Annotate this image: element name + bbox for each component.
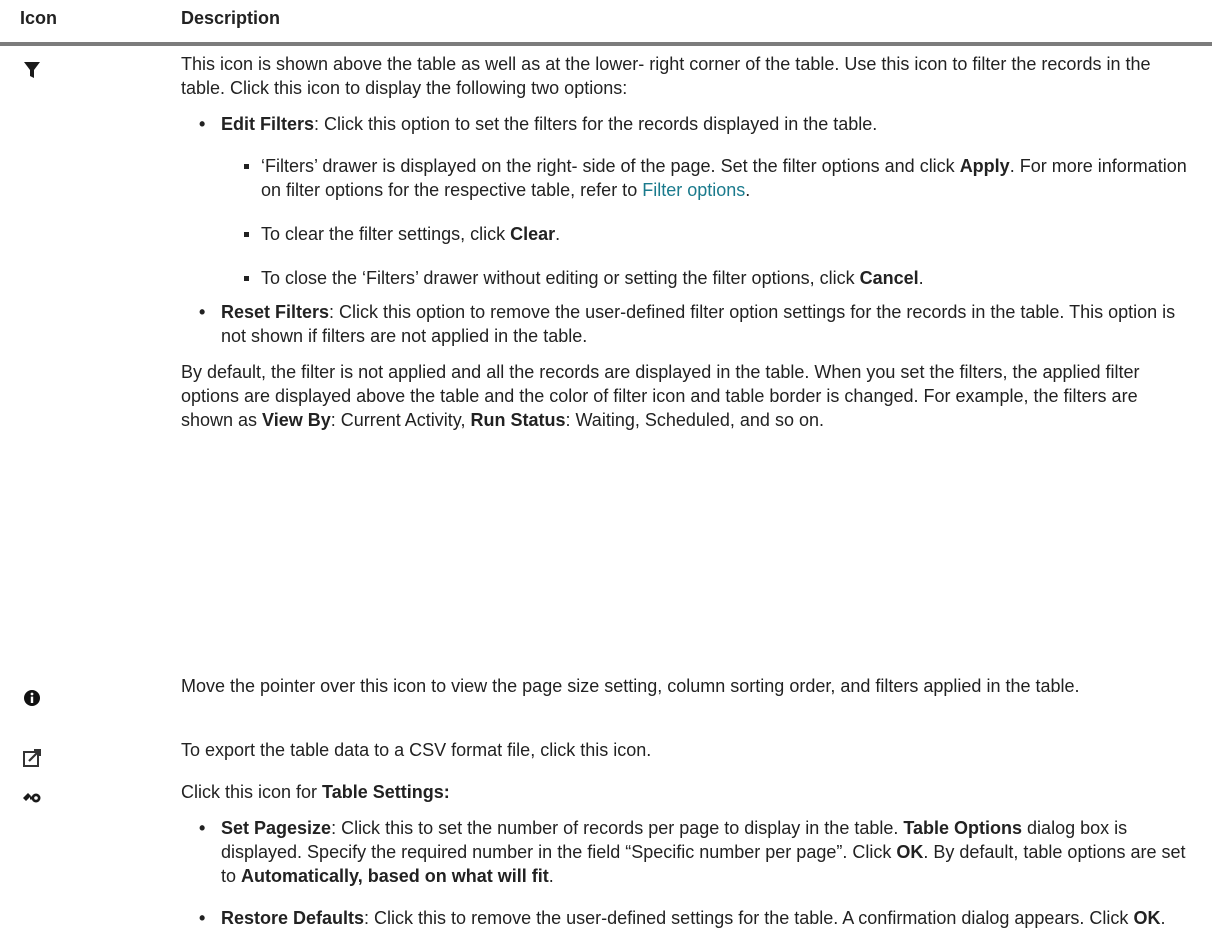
edit-filters-sub-clear: To clear the filter settings, click Clea… bbox=[181, 222, 1191, 246]
edit-filters-sub-apply: ‘Filters’ drawer is displayed on the rig… bbox=[181, 154, 1191, 202]
export-text: To export the table data to a CSV format… bbox=[181, 740, 652, 760]
table-header: Icon Description bbox=[0, 0, 1212, 44]
table-options-keyword: Table Options bbox=[903, 818, 1023, 838]
set-pagesize-title: Set Pagesize bbox=[221, 818, 332, 838]
export-description: To export the table data to a CSV format… bbox=[181, 738, 1191, 762]
edit-filters-text: : Click this option to set the filters f… bbox=[314, 114, 878, 134]
sub-cancel-period: . bbox=[918, 268, 924, 288]
settings-intro-text: Click this icon for bbox=[181, 782, 323, 802]
filter-options-link[interactable]: Filter options bbox=[642, 180, 745, 200]
filter-description: This icon is shown above the table as we… bbox=[181, 52, 1191, 432]
sub-apply-text: ‘Filters’ drawer is displayed on the rig… bbox=[261, 156, 960, 176]
reset-filters-title: Reset Filters bbox=[221, 302, 330, 322]
restore-defaults-item: Restore Defaults: Click this to remove t… bbox=[181, 906, 1191, 930]
view-by-keyword: View By bbox=[262, 410, 331, 430]
restore-defaults-title: Restore Defaults bbox=[221, 908, 365, 928]
ok-keyword: OK bbox=[896, 842, 924, 862]
filter-icon bbox=[24, 62, 40, 78]
reset-filters-text: : Click this option to remove the user-d… bbox=[221, 302, 1176, 346]
sub-cancel-text: To close the ‘Filters’ drawer without ed… bbox=[261, 268, 860, 288]
edit-filters-sub-cancel: To close the ‘Filters’ drawer without ed… bbox=[181, 266, 1191, 290]
settings-description: Click this icon for Table Settings: Set … bbox=[181, 780, 1191, 930]
info-text: Move the pointer over this icon to view … bbox=[181, 676, 1080, 696]
settings-intro: Click this icon for Table Settings: bbox=[181, 780, 1191, 804]
apply-keyword: Apply bbox=[959, 156, 1010, 176]
filter-intro: This icon is shown above the table as we… bbox=[181, 54, 1151, 98]
icon-column-header: Icon bbox=[20, 8, 58, 28]
cancel-keyword: Cancel bbox=[859, 268, 919, 288]
documentation-page: Icon Description This icon is shown abov… bbox=[0, 0, 1212, 930]
auto-fit-keyword: Automatically, based on what will fit bbox=[241, 866, 549, 886]
set-pagesize-period: . bbox=[548, 866, 554, 886]
export-icon bbox=[23, 749, 41, 767]
wrench-icon bbox=[23, 793, 41, 803]
restore-defaults-text: : Click this to remove the user-defined … bbox=[364, 908, 1134, 928]
edit-filters-title: Edit Filters bbox=[221, 114, 315, 134]
description-column-header: Description bbox=[181, 8, 281, 28]
table-settings-keyword: Table Settings: bbox=[322, 782, 450, 802]
restore-ok-keyword: OK bbox=[1133, 908, 1161, 928]
restore-defaults-period: . bbox=[1160, 908, 1166, 928]
filter-outro: By default, the filter is not applied an… bbox=[181, 360, 1191, 432]
sub-clear-text: To clear the filter settings, click bbox=[261, 224, 511, 244]
reset-filters-item: Reset Filters: Click this option to remo… bbox=[181, 300, 1191, 348]
sub-apply-period: . bbox=[745, 180, 751, 200]
run-status-keyword: Run Status bbox=[470, 410, 566, 430]
edit-filters-item: Edit Filters: Click this option to set t… bbox=[181, 112, 1191, 136]
header-rule bbox=[0, 42, 1212, 46]
set-pagesize-text: : Click this to set the number of record… bbox=[331, 818, 904, 838]
info-description: Move the pointer over this icon to view … bbox=[181, 674, 1191, 698]
outro-text-3: : Waiting, Scheduled, and so on. bbox=[565, 410, 824, 430]
set-pagesize-item: Set Pagesize: Click this to set the numb… bbox=[181, 816, 1191, 888]
clear-keyword: Clear bbox=[510, 224, 556, 244]
info-icon bbox=[24, 690, 40, 706]
sub-clear-period: . bbox=[555, 224, 561, 244]
outro-text-2: : Current Activity, bbox=[330, 410, 471, 430]
